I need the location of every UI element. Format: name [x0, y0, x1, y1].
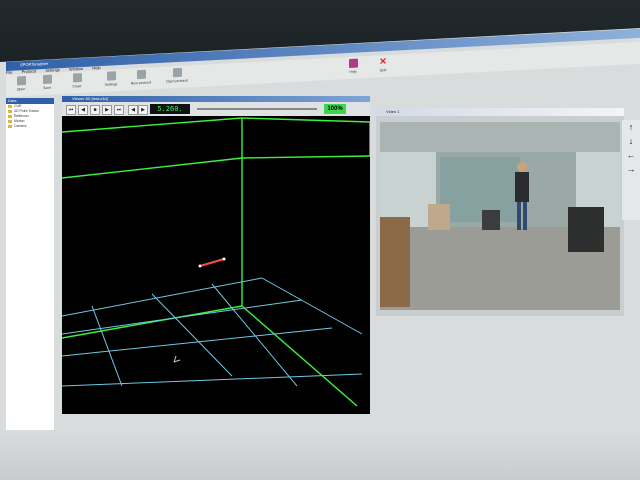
viewer-3d-window: Viewer 3D [test.c3d] ⏮ ◀ ■ ▶ ⏭ ◀ ▶ 5.260… — [62, 96, 370, 414]
rewind-button[interactable]: ◀ — [128, 105, 138, 115]
gear-icon — [106, 71, 116, 81]
folder-icon — [16, 75, 26, 86]
last-frame-button[interactable]: ⏭ — [114, 105, 124, 115]
viewer-3d-canvas[interactable] — [62, 116, 370, 414]
app-title: SPORTanalyser — [20, 60, 49, 68]
tree-item-camera[interactable]: Camera — [6, 124, 54, 129]
arrow-up-button[interactable]: ↑ — [622, 120, 640, 134]
disk-icon — [42, 74, 52, 85]
zoom-level[interactable]: 100% — [324, 104, 346, 114]
open-doc-icon — [172, 67, 182, 78]
screen-lower-area — [0, 430, 640, 480]
nav-arrow-panel: ↑ ↓ ← → — [622, 120, 640, 220]
stop-button[interactable]: ■ — [90, 105, 100, 115]
monitor-screen: SPORTanalyser File Protocol Settings Win… — [0, 28, 640, 480]
marker-point — [198, 264, 202, 268]
playback-controls: ⏮ ◀ ■ ▶ ⏭ ◀ ▶ 5.260. 100% — [62, 102, 370, 116]
help-book-icon — [348, 58, 358, 69]
step-back-button[interactable]: ◀ — [78, 105, 88, 115]
play-button[interactable]: ▶ — [102, 105, 112, 115]
arrow-down-button[interactable]: ↓ — [622, 134, 640, 148]
timeline-slider[interactable] — [197, 108, 317, 110]
close-doc-icon — [72, 73, 82, 83]
close-button[interactable]: Close — [66, 73, 88, 89]
video-title: Video 1 — [376, 108, 624, 116]
forward-button[interactable]: ▶ — [138, 105, 148, 115]
arrow-left-button[interactable]: ← — [622, 148, 640, 162]
settings-button[interactable]: Settings — [100, 71, 122, 87]
quit-button[interactable]: Quit — [372, 57, 394, 73]
arrow-right-button[interactable]: → — [622, 162, 640, 176]
open-button[interactable]: Open — [10, 75, 32, 92]
help-button[interactable]: Help — [342, 58, 364, 74]
marker-point — [222, 257, 226, 261]
first-frame-button[interactable]: ⏮ — [66, 105, 76, 115]
camera-feed — [380, 122, 620, 310]
save-button[interactable]: Save — [36, 74, 58, 90]
new-doc-icon — [136, 69, 146, 80]
frame-counter: 5.260. — [150, 104, 190, 114]
open-protocol-button[interactable]: Open protocol — [166, 67, 188, 84]
data-sidebar: Data CUR 3D Point Tracks Reflexion Motio… — [6, 98, 54, 480]
video-window: Video 1 — [376, 108, 624, 316]
new-protocol-button[interactable]: New protocol — [130, 69, 152, 85]
quit-x-icon — [379, 57, 388, 66]
